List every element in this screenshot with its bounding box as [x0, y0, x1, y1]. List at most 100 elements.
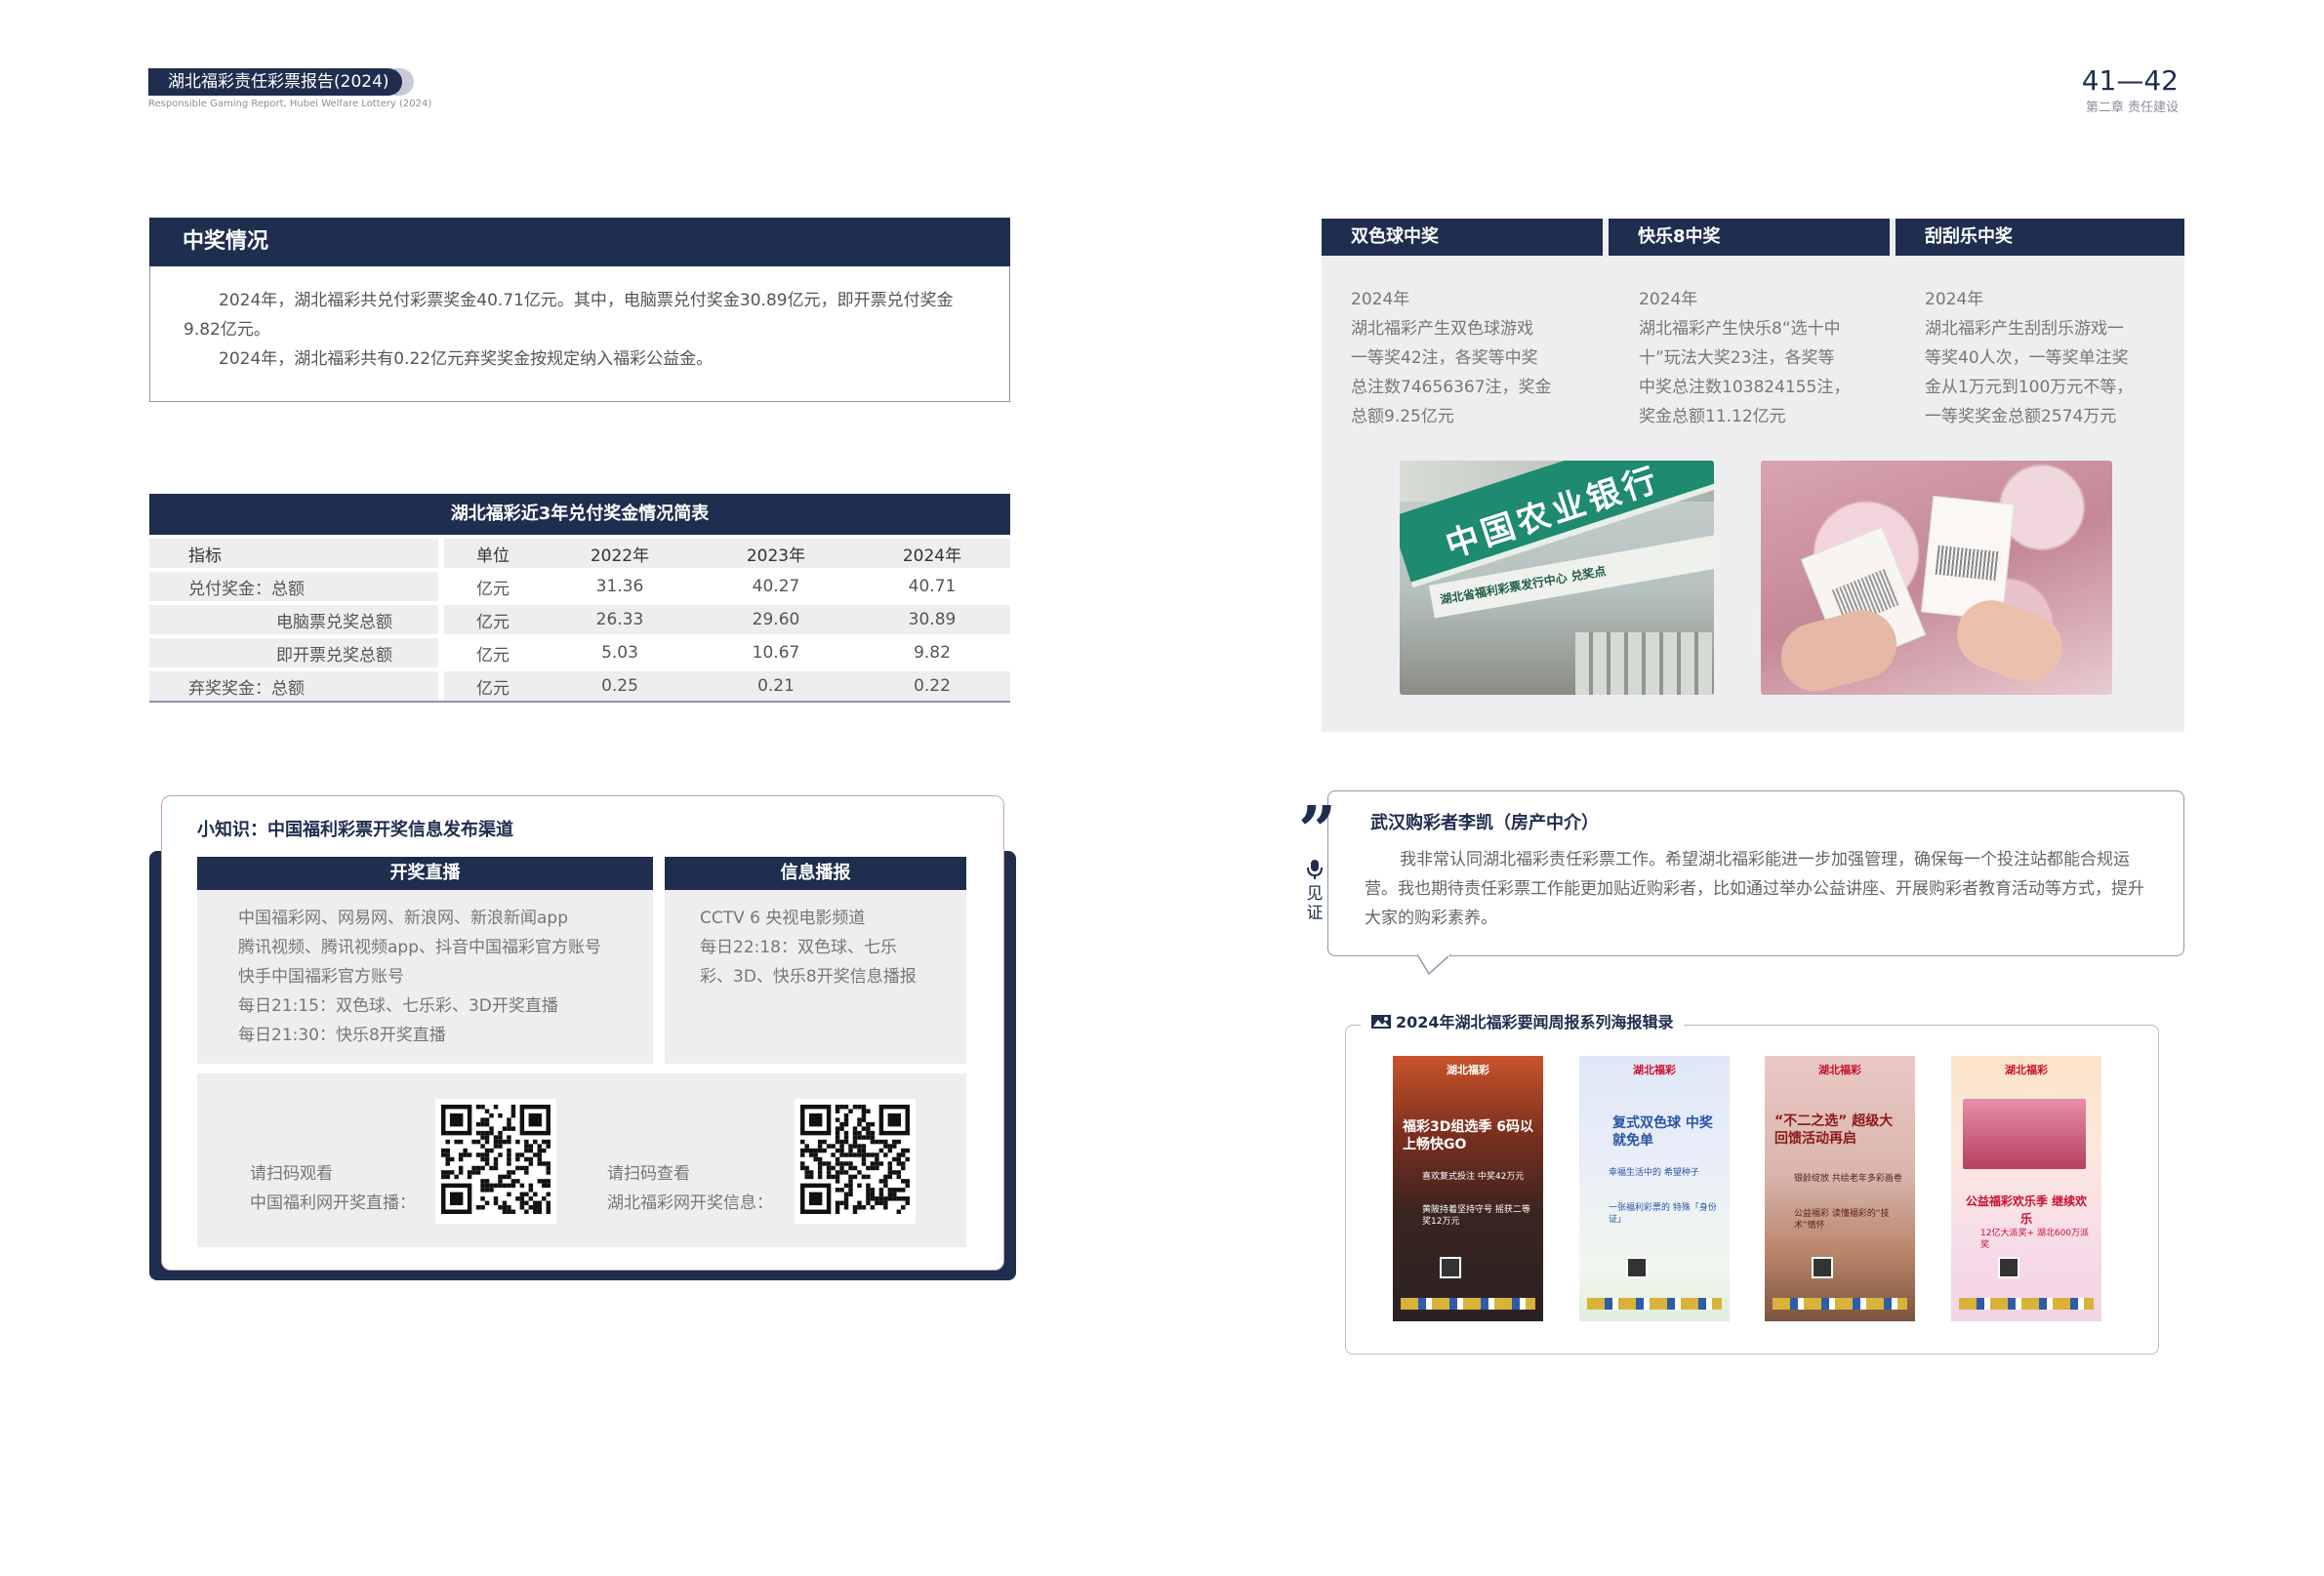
- game-text-line: 一等奖奖金总额2574万元: [1925, 407, 2117, 426]
- live-broadcast-header: 开奖直播: [197, 857, 653, 890]
- live-broadcast-list: 中国福彩网、网易网、新浪网、新浪新闻app 腾讯视频、腾讯视频app、抖音中国福…: [197, 890, 653, 1064]
- photo-bank-storefront: 中国农业银行 湖北省福利彩票发行中心 兑奖点: [1400, 461, 1714, 695]
- poster-qr-icon: [1812, 1257, 1833, 1278]
- poster-4: 湖北福彩 公益福彩欢乐季 继续欢乐 12亿大派奖+ 湖北600万派奖: [1951, 1056, 2101, 1321]
- table-cell: 0.21: [698, 671, 854, 703]
- poster-headline: 复式双色球 中奖就免单: [1612, 1115, 1713, 1149]
- poster-logo: 湖北福彩: [1818, 1064, 1861, 1076]
- qr-caption-info: 请扫码查看 湖北福彩网开奖信息：: [607, 1159, 773, 1218]
- qr-code-icon: [441, 1105, 550, 1214]
- image-icon: [1371, 1015, 1391, 1029]
- info-broadcast-list: CCTV 6 央视电影频道 每日22:18：双色球、七乐 彩、3D、快乐8开奖信…: [665, 890, 966, 1064]
- qr-caption-line: 请扫码观看: [250, 1164, 333, 1184]
- table-cell: 亿元: [476, 645, 510, 666]
- game-text-line: 中奖总注数103824155注，: [1639, 378, 1851, 397]
- poster-logo: 湖北福彩: [1447, 1064, 1489, 1076]
- qr-caption-line: 中国福利网开奖直播：: [250, 1193, 416, 1213]
- table-cell: 40.27: [752, 577, 800, 596]
- testimonial-text: 我非常认同湖北福彩责任彩票工作。希望湖北福彩能进一步加强管理，确保每一个投注站都…: [1365, 850, 2144, 928]
- game-text-line: 2024年: [1925, 290, 1984, 309]
- table-cell: 电脑票兑奖总额: [149, 605, 438, 634]
- list-item: 中国福彩网、网易网、新浪网、新浪新闻app: [238, 909, 568, 928]
- poster-item: 喜欢复式投注 中奖42万元: [1422, 1172, 1525, 1182]
- game-text-line: 一等奖42注，各奖等中奖: [1351, 348, 1538, 368]
- poster-2: 湖北福彩 复式双色球 中奖就免单 幸福生活中的 希望种子 一张福利彩票的 特殊「…: [1579, 1056, 1730, 1321]
- qr-code-icon: [800, 1105, 910, 1214]
- poster-gallery-title: 2024年湖北福彩要闻周报系列海报辑录: [1361, 1011, 1684, 1034]
- winning-section-body: 2024年，湖北福彩共兑付彩票奖金40.71亿元。其中，电脑票兑付奖金30.89…: [149, 266, 1010, 402]
- game-text-line: 十”玩法大奖23注，各奖等: [1639, 348, 1835, 368]
- table-cell: 0.22: [854, 671, 1010, 703]
- poster-logo: 湖北福彩: [2005, 1064, 2048, 1076]
- poster-item: 一张福利彩票的 特殊「身份证」: [1609, 1203, 1717, 1225]
- list-item: 快手中国福彩官方账号: [238, 967, 404, 987]
- table-cell: 9.82: [914, 643, 951, 663]
- game-text-line: 湖北福彩产生刮刮乐游戏一: [1925, 319, 2124, 339]
- game-text-line: 2024年: [1639, 290, 1698, 309]
- game-text-line: 湖北福彩产生快乐8“选十中: [1639, 319, 1841, 339]
- table-header-cell: 指标: [149, 539, 438, 568]
- table-header-cell: 单位: [444, 539, 542, 568]
- game-header-kl8: 快乐8中奖: [1609, 219, 1890, 256]
- poster-item: 黄陂持着坚持守号 摇获二等奖12万元: [1422, 1205, 1530, 1227]
- poster-item: 12亿大派奖+ 湖北600万派奖: [1980, 1229, 2090, 1250]
- list-item: 每日21:15：双色球、七乐彩、3D开奖直播: [238, 996, 558, 1016]
- game-text-line: 湖北福彩产生双色球游戏: [1351, 319, 1533, 339]
- table-cell: 10.67: [752, 643, 800, 663]
- table-cell: 即开票兑奖总额: [149, 638, 438, 667]
- game-text-line: 总注数74656367注，奖金: [1351, 378, 1552, 397]
- table-cell: 兑付奖金：总额: [149, 572, 438, 601]
- poster-3: 湖北福彩 “不二之选” 超级大回馈活动再启 银龄绽放 共绘老年多彩画卷 公益福彩…: [1765, 1056, 1915, 1321]
- report-title: 湖北福彩责任彩票报告(2024): [168, 72, 389, 92]
- list-item: 每日21:30：快乐8开奖直播: [238, 1026, 446, 1045]
- game-header-ggl: 刮刮乐中奖: [1896, 219, 2184, 256]
- qr-caption-line: 湖北福彩网开奖信息：: [607, 1193, 773, 1213]
- list-item: CCTV 6 央视电影频道: [700, 909, 866, 928]
- poster-photo: [1963, 1099, 2086, 1169]
- table-cell: 31.36: [595, 577, 644, 596]
- quote-mark-icon: ”: [1298, 792, 1337, 870]
- game-text-line: 金从1万元到100万元不等，: [1925, 378, 2134, 397]
- winning-para-1: 2024年，湖北福彩共兑付彩票奖金40.71亿元。其中，电脑票兑付奖金30.89…: [183, 291, 954, 340]
- page-numbers: 41—42: [2081, 64, 2179, 97]
- winning-para-2: 2024年，湖北福彩共有0.22亿元弃奖奖金按规定纳入福彩公益金。: [219, 349, 714, 369]
- testimonial-author: 武汉购彩者李凯（房产中介）: [1370, 813, 1599, 833]
- game-text-kl8: 2024年 湖北福彩产生快乐8“选十中 十”玩法大奖23注，各奖等 中奖总注数1…: [1639, 285, 1850, 431]
- table-row: 电脑票兑奖总额 亿元 26.33 29.60 30.89: [149, 605, 1010, 634]
- poster-1: 湖北福彩 福彩3D组选季 6码以上畅快GO 喜欢复式投注 中奖42万元 黄陂持着…: [1393, 1056, 1543, 1321]
- table-row: 弃奖奖金：总额 亿元 0.25 0.21 0.22: [149, 671, 1010, 703]
- qr-code-area: 请扫码观看 中国福利网开奖直播： 请扫码查看 湖北福彩网开奖信息：: [197, 1073, 966, 1247]
- knowledge-title: 小知识：中国福利彩票开奖信息发布渠道: [197, 820, 513, 840]
- game-text-line: 奖金总额11.12亿元: [1639, 407, 1786, 426]
- table-row: 即开票兑奖总额 亿元 5.03 10.67 9.82: [149, 638, 1010, 667]
- testimonial-side-label: 见证: [1306, 884, 1324, 923]
- table-header-cell: 2023年: [698, 539, 854, 568]
- prize-table: 指标 单位 2022年 2023年 2024年 兑付奖金：总额 亿元 31.36…: [149, 535, 1010, 707]
- table-cell: 亿元: [476, 579, 510, 599]
- list-item: 彩、3D、快乐8开奖信息播报: [700, 967, 917, 987]
- poster-item: 银龄绽放 共绘老年多彩画卷: [1794, 1174, 1902, 1184]
- qr-code-info[interactable]: [795, 1099, 916, 1224]
- winning-section-title: 中奖情况: [149, 218, 1010, 266]
- table-header-row: 指标 单位 2022年 2023年 2024年: [149, 539, 1010, 568]
- table-cell: 0.25: [542, 671, 698, 703]
- table-cell: 弃奖奖金：总额: [149, 671, 438, 703]
- info-broadcast-header: 信息播报: [665, 857, 966, 890]
- poster-headline: 公益福彩欢乐季 继续欢乐: [1965, 1194, 2088, 1226]
- game-header-ssq: 双色球中奖: [1322, 219, 1603, 256]
- poster-qr-icon: [1998, 1257, 2019, 1278]
- qr-caption-line: 请扫码查看: [607, 1164, 690, 1184]
- list-item: 腾讯视频、腾讯视频app、抖音中国福彩官方账号: [238, 938, 601, 957]
- chapter-label: 第二章 责任建设: [2085, 101, 2179, 115]
- poster-logo: 湖北福彩: [1633, 1064, 1676, 1076]
- poster-brand-strip: [1587, 1298, 1722, 1310]
- poster-qr-icon: [1626, 1257, 1648, 1278]
- table-cell: 30.89: [854, 605, 1010, 634]
- prize-table-title: 湖北福彩近3年兑付奖金情况简表: [149, 494, 1010, 535]
- microphone-icon: [1307, 860, 1323, 879]
- table-row: 兑付奖金：总额 亿元 31.36 40.27 40.71: [149, 572, 1010, 601]
- list-item: 每日22:18：双色球、七乐: [700, 938, 897, 957]
- qr-code-live[interactable]: [435, 1099, 556, 1224]
- table-cell: 26.33: [542, 605, 698, 634]
- poster-qr-icon: [1440, 1257, 1461, 1278]
